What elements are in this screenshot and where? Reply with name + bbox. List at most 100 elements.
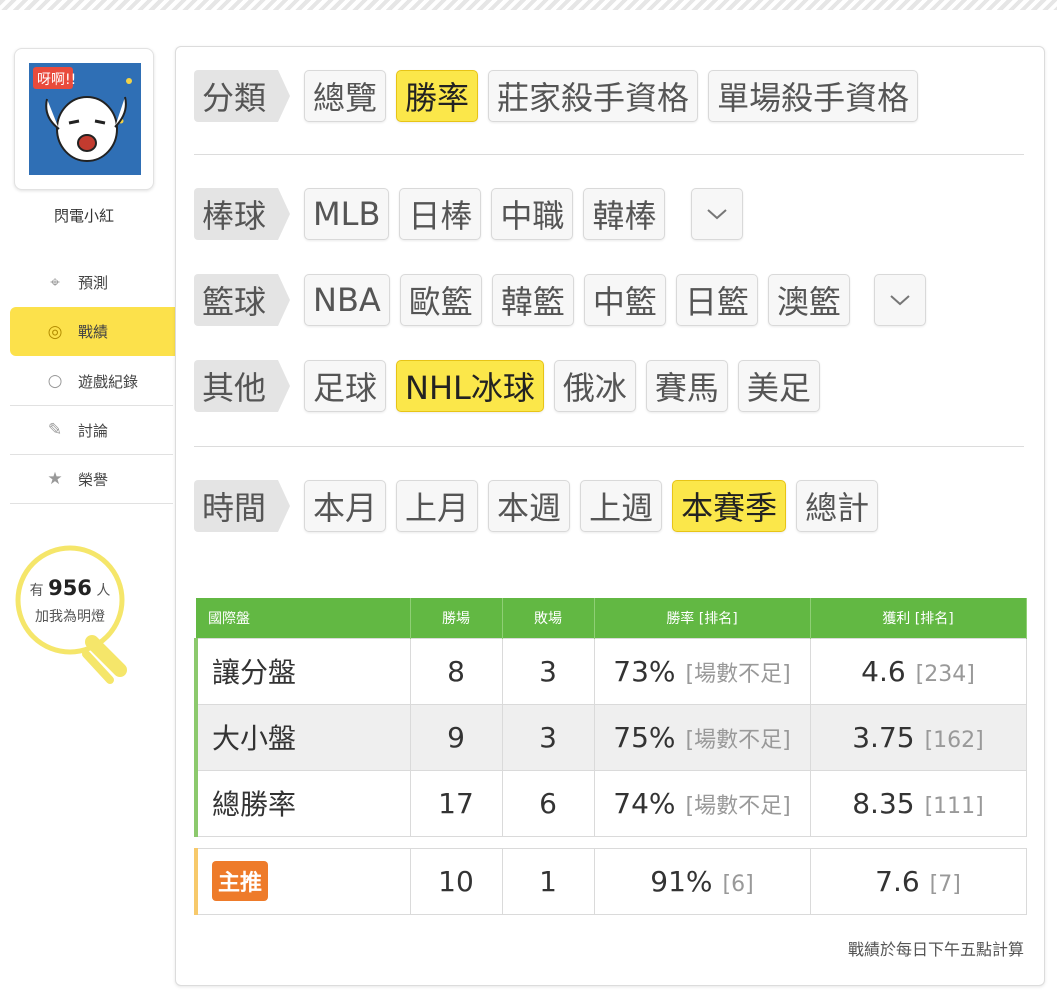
filter-chip-nba[interactable]: NBA xyxy=(304,274,390,326)
profit-rank: [7] xyxy=(929,871,961,897)
profit-rank: [234] xyxy=(915,661,975,687)
featured-cell: 主推 xyxy=(194,847,411,915)
loss-count: 1 xyxy=(501,847,595,915)
profit-rank: [162] xyxy=(924,727,984,753)
win-count: 10 xyxy=(409,847,503,915)
win-rate-cell: 91% [6] xyxy=(593,847,811,915)
profit-cell: 8.35 [111] xyxy=(809,769,1027,837)
win-rate-cell: 75% [場數不足] xyxy=(593,703,811,771)
sidebar-item-label: 榮譽 xyxy=(78,470,109,489)
filter-chip-japan-basketball[interactable]: 日籃 xyxy=(675,274,758,326)
featured-badge: 主推 xyxy=(212,861,269,901)
profit: 8.35 xyxy=(852,786,915,820)
table-row: 讓分盤 8 3 73% [場數不足] 4.6 [234] xyxy=(194,637,1027,705)
table-row: 大小盤 9 3 75% [場數不足] 3.75 [162] xyxy=(194,703,1027,771)
follower-caption: 加我為明燈 xyxy=(35,608,105,625)
circle-icon: ○ xyxy=(47,371,63,391)
username: 閃電小紅 xyxy=(53,207,114,225)
filter-label-category: 分類 xyxy=(194,70,291,122)
row-name: 大小盤 xyxy=(194,703,411,771)
filter-chip-this-week[interactable]: 本週 xyxy=(488,480,571,532)
avatar-caption: 呀啊!! xyxy=(37,72,76,88)
win-count: 8 xyxy=(409,637,503,705)
avatar[interactable]: 呀啊!! xyxy=(14,48,154,190)
follower-prefix: 有 xyxy=(29,583,44,599)
filter-chip-last-week[interactable]: 上週 xyxy=(580,480,663,532)
filter-chip-soccer[interactable]: 足球 xyxy=(304,360,387,412)
filter-chip-this-month[interactable]: 本月 xyxy=(304,480,387,532)
filter-chip-single-killer[interactable]: 單場殺手資格 xyxy=(708,70,919,122)
baseball-more-button[interactable] xyxy=(691,188,744,240)
row-name: 總勝率 xyxy=(194,769,411,837)
filter-chip-this-season[interactable]: 本賽季 xyxy=(672,480,787,532)
filter-chip-kbo[interactable]: 韓棒 xyxy=(583,188,666,240)
filter-chip-npb[interactable]: 日棒 xyxy=(399,188,482,240)
sidebar-item-label: 遊戲紀錄 xyxy=(78,372,139,391)
table-row-featured: 主推 10 1 91% [6] 7.6 [7] xyxy=(194,847,1027,915)
column-header: 勝率 [排名] xyxy=(594,598,811,638)
filter-chip-euro-basketball[interactable]: 歐籃 xyxy=(399,274,482,326)
filter-chip-last-month[interactable]: 上月 xyxy=(396,480,479,532)
win-rate-rank: [場數不足] xyxy=(685,661,791,687)
target-icon: ◎ xyxy=(47,321,63,342)
filter-chip-overview[interactable]: 總覽 xyxy=(304,70,387,122)
filter-chip-win-rate[interactable]: 勝率 xyxy=(396,70,479,122)
sidebar-item-honor[interactable]: ★ 榮譽 xyxy=(10,455,173,504)
filter-chip-total[interactable]: 總計 xyxy=(796,480,879,532)
filter-chip-china-basketball[interactable]: 中籃 xyxy=(583,274,666,326)
win-rate: 91% xyxy=(650,864,713,898)
profit: 3.75 xyxy=(852,720,915,754)
sidebar-item-discussion[interactable]: ✎ 討論 xyxy=(10,406,173,455)
profit: 4.6 xyxy=(861,654,906,688)
win-rate-cell: 73% [場數不足] xyxy=(593,637,811,705)
filter-chip-mlb[interactable]: MLB xyxy=(304,188,390,240)
filter-row-time: 時間 本月 上月 本週 上週 本賽季 總計 xyxy=(194,480,888,532)
filter-label-baseball: 棒球 xyxy=(194,188,291,240)
filter-label-other: 其他 xyxy=(194,360,291,412)
column-header: 國際盤 xyxy=(196,598,411,638)
column-header: 勝場 xyxy=(410,598,503,638)
win-count: 9 xyxy=(409,703,503,771)
filter-label-basketball: 籃球 xyxy=(194,274,291,326)
avatar-image: 呀啊!! xyxy=(29,63,141,175)
filter-chip-aus-basketball[interactable]: 澳籃 xyxy=(767,274,850,326)
filter-chip-korea-basketball[interactable]: 韓籃 xyxy=(491,274,574,326)
column-header: 獲利 [排名] xyxy=(810,598,1027,638)
divider xyxy=(194,446,1024,447)
win-rate-rank: [場數不足] xyxy=(685,727,791,753)
filter-label-time: 時間 xyxy=(194,480,291,532)
follower-suffix: 人 xyxy=(96,583,111,599)
column-header: 敗場 xyxy=(502,598,595,638)
win-rate-rank: [6] xyxy=(722,871,754,897)
win-count: 17 xyxy=(409,769,503,837)
row-name: 讓分盤 xyxy=(194,637,411,705)
win-rate-rank: [場數不足] xyxy=(685,793,791,819)
chat-icon: ✎ xyxy=(47,420,63,440)
profit-cell: 3.75 [162] xyxy=(809,703,1027,771)
filter-row-basketball: 籃球 NBA 歐籃 韓籃 中籃 日籃 澳籃 xyxy=(194,274,936,326)
filter-chip-khl[interactable]: 俄冰 xyxy=(553,360,636,412)
sidebar-item-prediction[interactable]: ⌖ 預測 xyxy=(10,258,173,309)
win-rate: 75% xyxy=(613,720,676,754)
filter-chip-nhl[interactable]: NHL冰球 xyxy=(396,360,544,412)
filter-chip-cpbl[interactable]: 中職 xyxy=(491,188,574,240)
filter-chip-horse-racing[interactable]: 賽馬 xyxy=(645,360,728,412)
loss-count: 3 xyxy=(501,703,595,771)
sidebar-nav: ⌖ 預測 ◎ 戰績 ○ 遊戲紀錄 ✎ 討論 ★ 榮譽 xyxy=(10,258,196,504)
win-rate-cell: 74% [場數不足] xyxy=(593,769,811,837)
filter-chip-american-football[interactable]: 美足 xyxy=(737,360,820,412)
follower-count[interactable]: 有 956 人 加我為明燈 xyxy=(14,572,126,628)
sidebar-item-label: 預測 xyxy=(78,274,109,292)
filter-row-other: 其他 足球 NHL冰球 俄冰 賽馬 美足 xyxy=(194,360,830,412)
basketball-more-button[interactable] xyxy=(873,274,926,326)
loss-count: 3 xyxy=(501,637,595,705)
sidebar-item-game-log[interactable]: ○ 遊戲紀錄 xyxy=(10,357,173,406)
loss-count: 6 xyxy=(501,769,595,837)
stats-table: 國際盤 勝場 敗場 勝率 [排名] 獲利 [排名] 讓分盤 8 3 73% [場數… xyxy=(194,598,1027,915)
filter-chip-bookie-killer[interactable]: 莊家殺手資格 xyxy=(488,70,699,122)
sidebar-item-record[interactable]: ◎ 戰績 xyxy=(10,307,196,356)
divider xyxy=(194,154,1024,155)
chevron-down-icon xyxy=(707,209,728,220)
sidebar-item-label: 討論 xyxy=(78,421,109,440)
profit-cell: 4.6 [234] xyxy=(809,637,1027,705)
